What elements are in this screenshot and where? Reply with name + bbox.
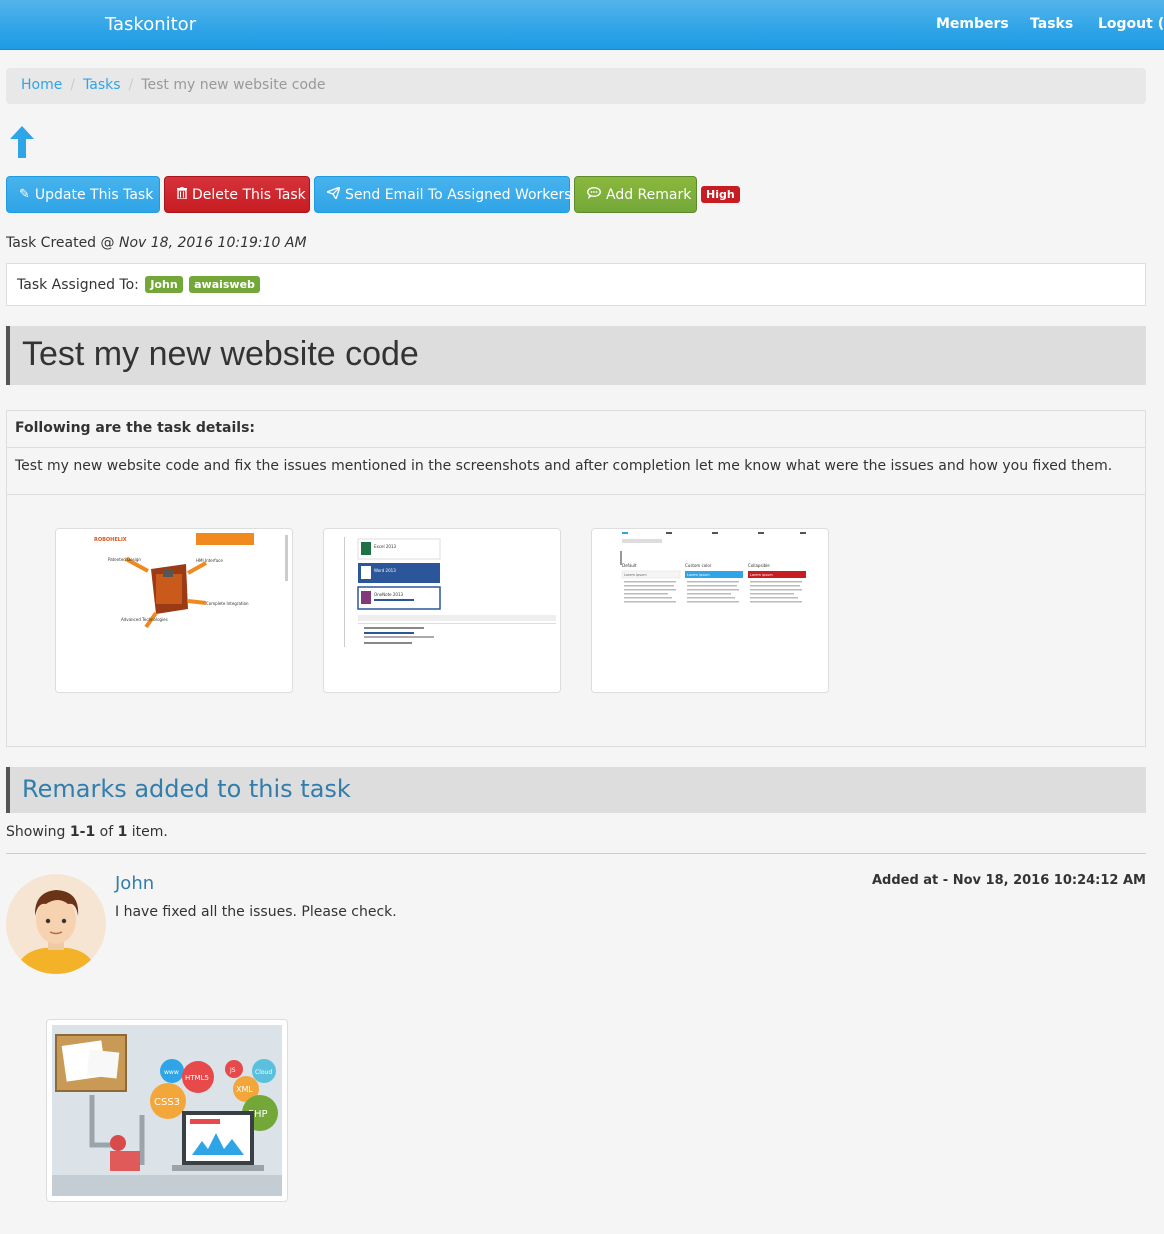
task-title: Test my new website code [22,335,419,373]
priority-badge: High [701,186,740,203]
breadcrumb-home[interactable]: Home [21,77,62,93]
assigned-label: Task Assigned To: [17,277,139,293]
screenshot-image: ROBOHELIX Patented Design HMI Interface … [56,529,292,692]
breadcrumb-separator: / [70,77,76,93]
assignee-tag[interactable]: awaisweb [189,276,260,293]
attachment-thumbnail[interactable]: Default Lorem ipsum Custom color Lorem i… [591,528,829,693]
comment-icon [587,186,601,203]
trash-icon [177,186,187,203]
svg-text:ROBOHELIX: ROBOHELIX [94,537,127,543]
task-created: Task Created @ Nov 18, 2016 10:19:10 AM [6,235,307,251]
remarks-heading: Remarks added to this task [22,775,351,803]
task-title-bar: Test my new website code [6,326,1146,385]
divider [6,853,1146,854]
svg-text:HTML5: HTML5 [185,1074,209,1082]
remark-author[interactable]: John [115,873,154,894]
edit-icon: ✎ [19,187,30,202]
breadcrumb-separator: / [128,77,134,93]
add-remark-button[interactable]: Add Remark [574,176,697,213]
navbar: Taskonitor Members Tasks Logout (St [0,0,1164,50]
remark-text: I have fixed all the issues. Please chec… [115,904,397,920]
remark-date: Added at - Nov 18, 2016 10:24:12 AM [871,873,1146,888]
svg-text:JS: JS [229,1067,236,1074]
attachment-thumbnail[interactable]: ROBOHELIX Patented Design HMI Interface … [55,528,293,693]
svg-text:XML: XML [236,1085,253,1094]
brand-logo[interactable]: Taskonitor [105,14,196,35]
svg-text:Complete Integration: Complete Integration [206,601,249,606]
svg-text:Custom color: Custom color [685,563,712,568]
task-assigned-panel: Task Assigned To: John awaisweb [6,263,1146,306]
nav-members[interactable]: Members [936,16,1009,32]
attachment-thumbnail[interactable]: Excel 2013 Word 2013 OneNote 2013 [323,528,561,693]
task-description: Test my new website code and fix the iss… [7,448,1145,495]
svg-text:Patented Design: Patented Design [108,557,141,562]
svg-text:Lorem ipsum: Lorem ipsum [687,573,710,577]
svg-text:Advanced Technologies: Advanced Technologies [121,617,168,622]
svg-text:CSS3: CSS3 [154,1097,180,1108]
update-task-button[interactable]: ✎ Update This Task [6,176,160,213]
arrow-up-icon[interactable] [10,126,34,158]
screenshot-image: Default Lorem ipsum Custom color Lorem i… [592,529,828,692]
task-created-date: Nov 18, 2016 10:19:10 AM [118,235,307,251]
remark-attachment-image: www HTML5 JS Cloud XML CSS3 PHP [52,1025,282,1196]
breadcrumb: Home / Tasks / Test my new website code [6,68,1146,104]
svg-text:Default: Default [622,563,637,568]
svg-text:www: www [164,1069,179,1076]
send-email-button[interactable]: Send Email To Assigned Workers [314,176,572,213]
paper-plane-icon [325,185,342,203]
svg-text:Cloud: Cloud [255,1069,272,1076]
svg-text:OneNote 2013: OneNote 2013 [374,592,404,597]
remarks-summary: Showing 1-1 of 1 item. [6,824,168,840]
svg-text:Word 2013: Word 2013 [374,568,396,573]
remarks-heading-bar: Remarks added to this task [6,767,1146,813]
breadcrumb-tasks[interactable]: Tasks [83,77,121,93]
svg-text:HMI Interface: HMI Interface [196,558,223,563]
svg-text:Excel 2013: Excel 2013 [374,544,397,549]
details-heading: Following are the task details: [7,411,1145,448]
svg-text:Collapsible: Collapsible [748,563,770,568]
breadcrumb-current: Test my new website code [141,77,326,93]
remark-attachment-thumbnail[interactable]: www HTML5 JS Cloud XML CSS3 PHP [46,1019,288,1202]
assignee-tag[interactable]: John [145,276,183,293]
screenshot-image: Excel 2013 Word 2013 OneNote 2013 [324,529,560,692]
delete-task-button[interactable]: Delete This Task [164,176,310,213]
nav-tasks[interactable]: Tasks [1030,16,1073,32]
svg-text:Lorem ipsum: Lorem ipsum [750,573,773,577]
svg-text:Lorem ipsum: Lorem ipsum [624,573,647,577]
avatar [6,874,106,974]
nav-logout[interactable]: Logout (St [1098,16,1164,32]
task-details-panel: Following are the task details: Test my … [6,410,1146,747]
